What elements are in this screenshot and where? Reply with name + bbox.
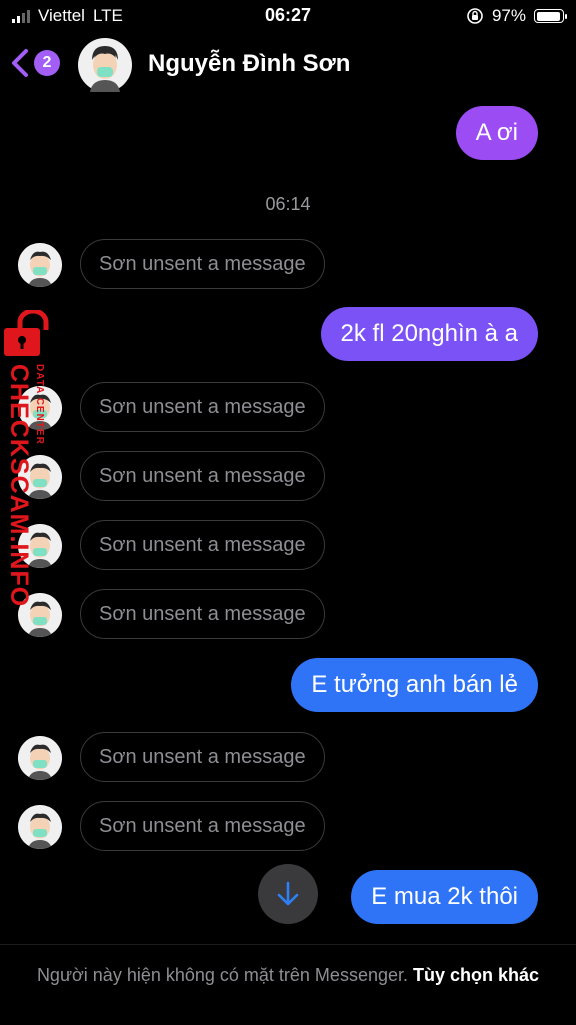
lock-icon xyxy=(4,310,49,356)
messenger-unavailable-footer: Người này hiện không có mặt trên Messeng… xyxy=(0,944,576,1025)
unsent-message[interactable]: Sơn unsent a message xyxy=(80,382,325,432)
unsent-message[interactable]: Sơn unsent a message xyxy=(80,451,325,501)
battery-percent: 97% xyxy=(491,6,526,25)
battery-icon xyxy=(534,9,567,23)
unread-badge: 2 xyxy=(34,50,60,76)
unsent-message[interactable]: Sơn unsent a message xyxy=(80,239,325,289)
arrow-down-icon xyxy=(277,881,299,906)
watermark-text: CHECKSCAM.INFO xyxy=(5,364,33,608)
unsent-message[interactable]: Sơn unsent a message xyxy=(80,801,325,851)
status-right: 97% xyxy=(466,6,567,26)
scroll-to-bottom-button[interactable] xyxy=(258,864,318,924)
sender-avatar[interactable] xyxy=(18,243,62,287)
status-bar: Viettel LTE 06:27 97% xyxy=(0,0,576,32)
footer-notice: Người này hiện không có mặt trên Messeng… xyxy=(36,965,408,985)
footer-message: Người này hiện không có mặt trên Messeng… xyxy=(36,963,540,988)
chat-header: 2 Nguyễn Đình Sơn xyxy=(0,32,576,96)
sender-avatar[interactable] xyxy=(18,805,62,849)
message-timestamp: 06:14 xyxy=(265,194,311,214)
message-outgoing[interactable]: A ơi xyxy=(455,106,538,160)
sender-avatar[interactable] xyxy=(18,736,62,780)
contact-name[interactable]: Nguyễn Đình Sơn xyxy=(148,50,350,78)
unsent-message[interactable]: Sơn unsent a message xyxy=(80,732,325,782)
message-outgoing[interactable]: 2k fl 20nghìn à a xyxy=(320,307,538,361)
message-outgoing[interactable]: E tưởng anh bán lẻ xyxy=(291,658,538,712)
message-outgoing[interactable]: E mua 2k thôi xyxy=(351,870,538,924)
back-button[interactable]: 2 xyxy=(10,48,60,78)
contact-avatar[interactable] xyxy=(78,38,132,92)
chevron-left-icon xyxy=(12,49,28,77)
unsent-message[interactable]: Sơn unsent a message xyxy=(80,520,325,570)
more-options-link[interactable]: Tùy chọn khác xyxy=(413,965,539,985)
orientation-lock-icon xyxy=(467,8,483,24)
watermark-subtext: DATA CENTER xyxy=(34,364,45,445)
unsent-message[interactable]: Sơn unsent a message xyxy=(80,589,325,639)
